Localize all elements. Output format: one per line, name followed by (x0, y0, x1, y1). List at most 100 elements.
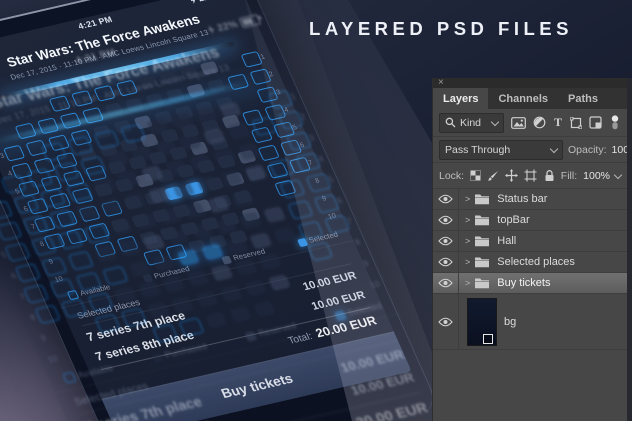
seat-purchased[interactable] (131, 213, 151, 228)
seat-available[interactable] (94, 241, 116, 258)
disclosure-caret-icon[interactable]: > (465, 257, 470, 267)
tab-layers[interactable]: Layers (433, 88, 488, 109)
seat-purchased[interactable] (123, 196, 143, 211)
seat-purchased[interactable] (148, 151, 168, 166)
seat-purchased[interactable] (212, 194, 232, 209)
seat-purchased[interactable] (220, 212, 240, 227)
seat-available[interactable] (115, 80, 137, 97)
seat-available[interactable] (88, 223, 110, 240)
seat-available[interactable] (40, 175, 62, 192)
seat-available[interactable] (70, 129, 92, 146)
seat-purchased[interactable] (145, 93, 165, 108)
disclosure-caret-icon[interactable]: > (465, 236, 470, 246)
layer-row-buy-tickets[interactable]: > Buy tickets (433, 273, 632, 294)
seat-purchased[interactable] (233, 190, 253, 205)
tab-channels[interactable]: Channels (488, 88, 558, 109)
seat-reserved[interactable] (237, 150, 257, 165)
seat-available[interactable] (10, 163, 32, 180)
seat-purchased[interactable] (159, 226, 179, 241)
seat-reserved[interactable] (189, 141, 209, 156)
disclosure-caret-icon[interactable]: > (465, 278, 470, 288)
layer-row-selected-places[interactable]: > Selected places (433, 252, 632, 273)
shape-layer-filter-icon[interactable] (570, 115, 582, 130)
disclosure-caret-icon[interactable]: > (465, 215, 470, 225)
pixel-layer-filter-icon[interactable] (511, 115, 526, 130)
seat-purchased[interactable] (155, 169, 175, 184)
layer-row-hall[interactable]: > Hall (433, 231, 632, 252)
seat-available[interactable] (14, 123, 36, 140)
seat-purchased[interactable] (114, 178, 134, 193)
seat-purchased[interactable] (215, 96, 235, 111)
seat-purchased[interactable] (159, 129, 179, 144)
lock-artboard-icon[interactable] (524, 169, 537, 183)
eye-cell[interactable] (433, 294, 459, 349)
eye-cell[interactable] (433, 231, 459, 251)
seat-purchased[interactable] (168, 146, 188, 161)
seat-selected[interactable] (184, 181, 204, 196)
lock-paint-icon[interactable] (487, 169, 499, 183)
seat-available[interactable] (84, 165, 106, 182)
layer-row-bg[interactable]: > bg (433, 294, 632, 350)
seat-available[interactable] (81, 107, 103, 124)
kind-filter-dropdown[interactable]: Kind (439, 113, 504, 133)
lock-transparency-icon[interactable] (470, 169, 481, 183)
seat-purchased[interactable] (165, 88, 185, 103)
seat-purchased[interactable] (127, 155, 147, 170)
seat-purchased[interactable] (204, 177, 224, 192)
seat-available[interactable] (55, 211, 77, 228)
seat-purchased[interactable] (143, 191, 163, 206)
seat-purchased[interactable] (196, 159, 216, 174)
seat-available[interactable] (241, 109, 263, 126)
seat-purchased[interactable] (138, 75, 158, 90)
seat-purchased[interactable] (206, 79, 226, 94)
eye-cell[interactable] (433, 189, 459, 209)
seat-purchased[interactable] (104, 102, 124, 117)
seat-selected[interactable] (164, 186, 184, 201)
seat-available[interactable] (47, 135, 69, 152)
seat-available[interactable] (62, 170, 84, 187)
seat-available[interactable] (71, 188, 93, 205)
seat-purchased[interactable] (171, 204, 191, 219)
seat-purchased[interactable] (93, 183, 113, 198)
seat-purchased[interactable] (124, 98, 144, 113)
seat-purchased[interactable] (151, 209, 171, 224)
seat-available[interactable] (43, 233, 65, 250)
seat-available[interactable] (59, 112, 81, 129)
seat-reserved[interactable] (221, 114, 241, 129)
smart-object-filter-icon[interactable] (589, 115, 602, 130)
seat-purchased[interactable] (98, 143, 118, 158)
seat-purchased[interactable] (194, 101, 214, 116)
seat-available[interactable] (33, 216, 55, 233)
seat-available[interactable] (17, 180, 39, 197)
seat-available[interactable] (227, 74, 249, 91)
seat-available[interactable] (274, 180, 296, 197)
seat-purchased[interactable] (216, 154, 236, 169)
seat-available[interactable] (49, 193, 71, 210)
seat-purchased[interactable] (138, 231, 158, 246)
seat-available[interactable] (25, 140, 47, 157)
seat-purchased[interactable] (174, 106, 194, 121)
seat-available[interactable] (37, 118, 59, 135)
seat-purchased[interactable] (228, 230, 248, 245)
seat-reserved[interactable] (134, 173, 154, 188)
adjustment-layer-filter-icon[interactable] (533, 115, 546, 130)
seat-reserved[interactable] (186, 84, 206, 99)
seat-purchased[interactable] (113, 120, 133, 135)
seat-purchased[interactable] (92, 125, 112, 140)
eye-cell[interactable] (433, 252, 459, 272)
seat-reserved[interactable] (241, 207, 261, 222)
seat-available[interactable] (93, 85, 115, 102)
eye-cell[interactable] (433, 210, 459, 230)
seat-purchased[interactable] (180, 124, 200, 139)
blend-mode-dropdown[interactable]: Pass Through (439, 140, 563, 160)
seat-reserved[interactable] (133, 115, 153, 130)
seat-purchased[interactable] (179, 66, 199, 81)
close-icon[interactable]: × (438, 79, 444, 87)
seat-available[interactable] (2, 145, 24, 162)
seat-available[interactable] (26, 198, 48, 215)
seat-available[interactable] (55, 152, 77, 169)
seat-available[interactable] (257, 145, 279, 162)
fill-value[interactable]: 100% (583, 170, 621, 182)
lock-move-icon[interactable] (505, 169, 518, 183)
seat-reserved[interactable] (199, 61, 219, 76)
